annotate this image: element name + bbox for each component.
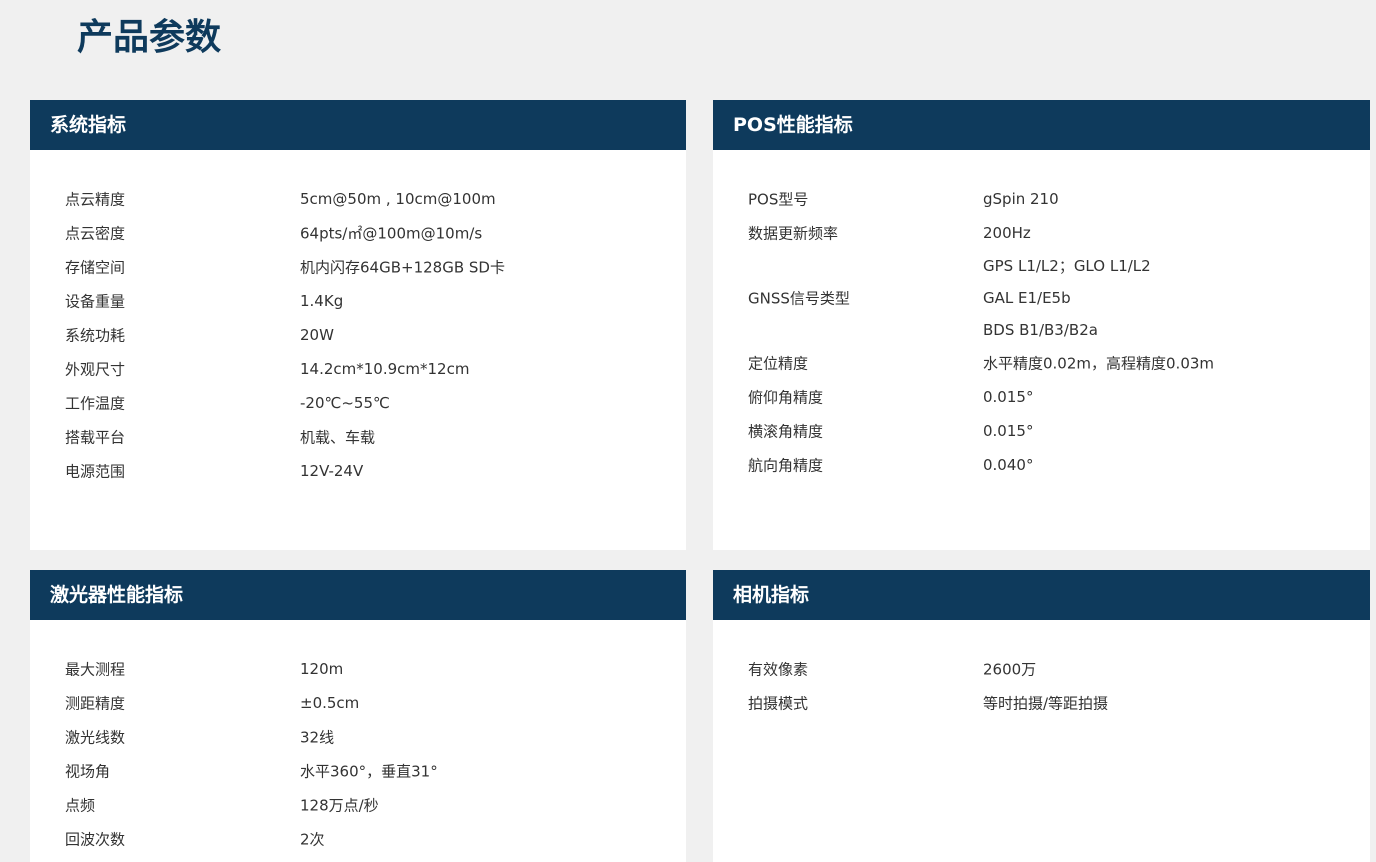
spec-value: 0.015°: [983, 422, 1034, 440]
spec-row: 设备重量 1.4Kg: [30, 284, 686, 318]
spec-value: 水平360°，垂直31°: [300, 762, 438, 781]
spec-value: 120m: [300, 660, 344, 678]
pos-specs-rows: POS型号 gSpin 210 数据更新频率 200Hz GNSS信号类型 GPS …: [713, 150, 1370, 482]
spec-label: 点云密度: [65, 224, 126, 243]
spec-row: 外观尺寸 14.2cm*10.9cm*12cm: [30, 352, 686, 386]
spec-value: 64pts/㎡@100m@10m/s: [300, 224, 483, 243]
spec-label: 视场角: [65, 762, 111, 781]
system-specs-header: 系统指标: [30, 100, 686, 150]
spec-row: 电源范围 12V-24V: [30, 454, 686, 488]
spec-row: 点云精度 5cm@50m , 10cm@100m: [30, 182, 686, 216]
spec-row: 数据更新频率 200Hz: [713, 216, 1370, 250]
spec-value: gSpin 210: [983, 190, 1059, 208]
laser-specs-panel: 激光器性能指标 最大测程 120m 测距精度 ±0.5cm 激光线数 32线 视场角 水…: [30, 570, 686, 862]
spec-row: 回波次数 2次: [30, 822, 686, 856]
camera-specs-panel: 相机指标 有效像素 2600万 拍摄模式 等时拍摄/等距拍摄: [713, 570, 1370, 862]
spec-label: 有效像素: [748, 660, 809, 679]
spec-label: 最大测程: [65, 660, 126, 679]
pos-specs-panel: POS性能指标 POS型号 gSpin 210 数据更新频率 200Hz GNSS信…: [713, 100, 1370, 550]
spec-row: 工作温度 -20℃~55℃: [30, 386, 686, 420]
spec-row: 测距精度 ±0.5cm: [30, 686, 686, 720]
spec-row: 激光线数 32线: [30, 720, 686, 754]
page: 产品参数 系统指标 点云精度 5cm@50m , 10cm@100m 点云密度 64…: [0, 0, 1376, 862]
spec-row: 定位精度 水平精度0.02m，高程精度0.03m: [713, 346, 1370, 380]
spec-row: 系统功耗 20W: [30, 318, 686, 352]
spec-row: 视场角 水平360°，垂直31°: [30, 754, 686, 788]
spec-value: 等时拍摄/等距拍摄: [983, 694, 1109, 713]
spec-label: 系统功耗: [65, 326, 126, 345]
laser-specs-rows: 最大测程 120m 测距精度 ±0.5cm 激光线数 32线 视场角 水平360°，垂直…: [30, 620, 686, 856]
spec-value: 200Hz: [983, 224, 1031, 242]
spec-label: 外观尺寸: [65, 360, 126, 379]
spec-value: ±0.5cm: [300, 694, 360, 712]
spec-label: 存储空间: [65, 258, 126, 277]
spec-value: 20W: [300, 326, 334, 344]
spec-row: 最大测程 120m: [30, 652, 686, 686]
spec-row: 俯仰角精度 0.015°: [713, 380, 1370, 414]
pos-specs-header: POS性能指标: [713, 100, 1370, 150]
spec-value: 128万点/秒: [300, 796, 379, 815]
spec-value: 0.040°: [983, 456, 1034, 474]
spec-value: 2600万: [983, 660, 1037, 679]
camera-specs-rows: 有效像素 2600万 拍摄模式 等时拍摄/等距拍摄: [713, 620, 1370, 720]
spec-label: 回波次数: [65, 830, 126, 849]
spec-label: 工作温度: [65, 394, 126, 413]
spec-value: 机内闪存64GB+128GB SD卡: [300, 258, 505, 277]
spec-value: 2次: [300, 830, 325, 849]
gnss-values: GPS L1/L2；GLO L1/L2 GAL E1/E5b BDS B1/B3…: [983, 250, 1370, 346]
spec-value: 14.2cm*10.9cm*12cm: [300, 360, 470, 378]
spec-value: 5cm@50m , 10cm@100m: [300, 190, 496, 208]
spec-label: POS型号: [748, 190, 809, 209]
spec-label: 俯仰角精度: [748, 388, 824, 407]
spec-label: 数据更新频率: [748, 224, 839, 243]
spec-row: 航向角精度 0.040°: [713, 448, 1370, 482]
system-specs-panel: 系统指标 点云精度 5cm@50m , 10cm@100m 点云密度 64pts/㎡…: [30, 100, 686, 550]
spec-value: 1.4Kg: [300, 292, 344, 310]
spec-label: 电源范围: [65, 462, 126, 481]
spec-row: 拍摄模式 等时拍摄/等距拍摄: [713, 686, 1370, 720]
spec-label: 测距精度: [65, 694, 126, 713]
spec-value: 0.015°: [983, 388, 1034, 406]
spec-row-gnss: GNSS信号类型 GPS L1/L2；GLO L1/L2 GAL E1/E5b …: [713, 250, 1370, 346]
spec-label: 激光线数: [65, 728, 126, 747]
spec-row: 有效像素 2600万: [713, 652, 1370, 686]
camera-specs-header: 相机指标: [713, 570, 1370, 620]
spec-label: 定位精度: [748, 354, 809, 373]
spec-value: BDS B1/B3/B2a: [983, 321, 1098, 339]
spec-row: POS型号 gSpin 210: [713, 182, 1370, 216]
laser-specs-header: 激光器性能指标: [30, 570, 686, 620]
page-title: 产品参数: [77, 17, 222, 58]
spec-row: 点云密度 64pts/㎡@100m@10m/s: [30, 216, 686, 250]
spec-label: 横滚角精度: [748, 422, 824, 441]
spec-value: 32线: [300, 728, 335, 747]
spec-label: 设备重量: [65, 292, 126, 311]
spec-row: 存储空间 机内闪存64GB+128GB SD卡: [30, 250, 686, 284]
spec-row: 横滚角精度 0.015°: [713, 414, 1370, 448]
spec-value: 12V-24V: [300, 462, 364, 480]
spec-label: 航向角精度: [748, 456, 824, 475]
spec-label: 搭载平台: [65, 428, 126, 447]
spec-value: 机载、车载: [300, 428, 376, 447]
spec-value: GAL E1/E5b: [983, 289, 1071, 307]
spec-label: 点云精度: [65, 190, 126, 209]
spec-value: 水平精度0.02m，高程精度0.03m: [983, 354, 1215, 373]
system-specs-rows: 点云精度 5cm@50m , 10cm@100m 点云密度 64pts/㎡@100m…: [30, 150, 686, 488]
spec-row: 搭载平台 机载、车载: [30, 420, 686, 454]
spec-value: GPS L1/L2；GLO L1/L2: [983, 257, 1151, 275]
spec-value: -20℃~55℃: [300, 394, 390, 412]
spec-row: 点频 128万点/秒: [30, 788, 686, 822]
spec-label: GNSS信号类型: [748, 289, 850, 308]
spec-label: 拍摄模式: [748, 694, 809, 713]
spec-label: 点频: [65, 796, 96, 815]
